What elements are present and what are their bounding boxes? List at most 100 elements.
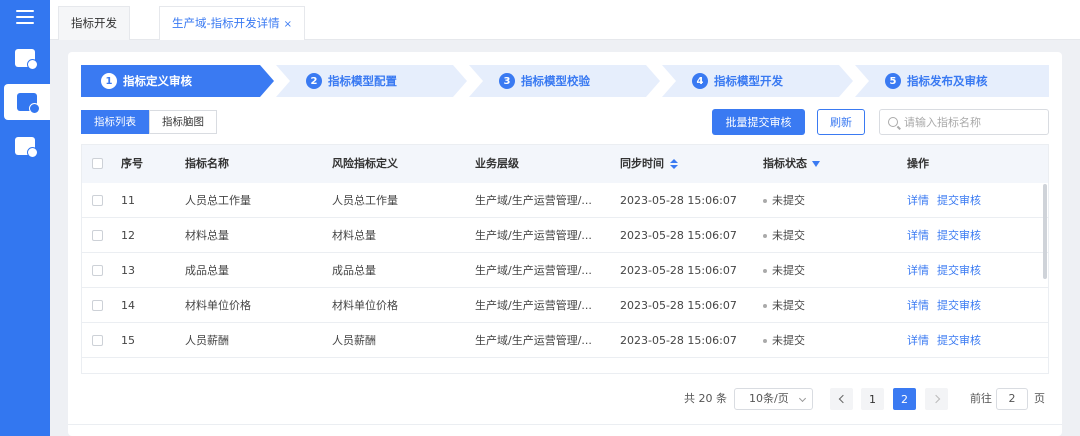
col-header-time[interactable]: 同步时间 [620,145,678,183]
tab-indicator-dev[interactable]: 指标开发 [58,6,130,40]
step-3[interactable]: 3 指标模型校验 [499,65,590,97]
col-header-no: 序号 [121,157,143,170]
search-box [879,109,1049,135]
row-checkbox[interactable] [92,335,103,346]
cell-no: 15 [121,334,135,347]
row-checkbox[interactable] [92,230,103,241]
table-row: 15 人员薪酬 人员薪酬 生产域/生产运营管理/... 2023-05-28 1… [82,323,1048,358]
page-1-button[interactable]: 1 [861,388,884,410]
goto-unit: 页 [1034,392,1045,405]
row-checkbox[interactable] [92,300,103,311]
close-icon[interactable]: × [284,19,292,30]
status-dot [763,339,767,343]
cell-level: 生产域/生产运营管理/... [475,264,592,277]
view-graph-button[interactable]: 指标脑图 [149,110,217,134]
row-checkbox[interactable] [92,265,103,276]
divider [68,424,1062,425]
col-header-time-label: 同步时间 [620,157,664,170]
step-label: 指标模型校验 [521,74,590,88]
table-scrollbar[interactable] [1043,184,1047,279]
chart-code-icon [17,93,40,114]
indicator-table: 序号 指标名称 风险指标定义 业务层级 同步时间 指标状态 操作 11 人员总工… [81,144,1049,374]
page-size-select[interactable]: 10条/页 [734,388,813,410]
cell-name: 人员总工作量 [185,194,251,207]
step-number: 5 [885,73,901,89]
status-text: 未提交 [772,194,805,207]
cell-no: 13 [121,264,135,277]
view-toggle: 指标列表 指标脑图 [81,110,217,134]
goto-label: 前往 [970,392,992,405]
step-label: 指标模型配置 [328,74,397,88]
submit-review-link[interactable]: 提交审核 [937,229,981,242]
submit-review-link[interactable]: 提交审核 [937,334,981,347]
col-header-actions: 操作 [907,157,929,170]
status-text: 未提交 [772,334,805,347]
cell-time: 2023-05-28 15:06:07 [620,229,737,242]
search-input[interactable] [904,115,1044,129]
view-list-button[interactable]: 指标列表 [81,110,149,134]
cell-actions: 详情 提交审核 [907,288,989,323]
cell-name: 人员薪酬 [185,334,229,347]
select-all-checkbox[interactable] [92,158,103,169]
cell-definition: 材料单位价格 [332,299,398,312]
status-text: 未提交 [772,299,805,312]
step-number: 1 [101,73,117,89]
cell-status: 未提交 [763,218,805,253]
detail-link[interactable]: 详情 [907,264,929,277]
cell-level: 生产域/生产运营管理/... [475,299,592,312]
cell-name: 成品总量 [185,264,229,277]
col-header-name: 指标名称 [185,157,229,170]
step-1[interactable]: 1 指标定义审核 [101,65,192,97]
col-header-definition: 风险指标定义 [332,157,398,170]
menu-icon[interactable] [16,10,34,26]
detail-link[interactable]: 详情 [907,299,929,312]
row-checkbox[interactable] [92,195,103,206]
goto-page-input[interactable]: 2 [996,388,1028,410]
step-5[interactable]: 5 指标发布及审核 [885,65,988,97]
step-number: 4 [692,73,708,89]
filter-icon[interactable] [812,161,820,167]
detail-link[interactable]: 详情 [907,194,929,207]
chart-user-icon [15,49,38,70]
table-row: 14 材料单位价格 材料单位价格 生产域/生产运营管理/... 2023-05-… [82,288,1048,323]
detail-link[interactable]: 详情 [907,229,929,242]
cell-no: 12 [121,229,135,242]
batch-submit-button[interactable]: 批量提交审核 [712,109,805,135]
submit-review-link[interactable]: 提交审核 [937,264,981,277]
main-card: 1 指标定义审核 2 指标模型配置 3 指标模型校验 4 指标模型开发 5 指标… [68,52,1062,436]
cell-no: 11 [121,194,135,207]
cell-definition: 材料总量 [332,229,376,242]
page-size-value: 10条/页 [749,392,789,405]
prev-page-button[interactable] [830,388,853,410]
refresh-button[interactable]: 刷新 [817,109,865,135]
cell-time: 2023-05-28 15:06:07 [620,264,737,277]
sort-icon[interactable] [670,159,678,169]
status-dot [763,269,767,273]
submit-review-link[interactable]: 提交审核 [937,194,981,207]
status-text: 未提交 [772,264,805,277]
page-2-button[interactable]: 2 [893,388,916,410]
sidebar-item-3[interactable] [0,128,50,164]
table-header: 序号 指标名称 风险指标定义 业务层级 同步时间 指标状态 操作 [82,145,1048,183]
table-row: 11 人员总工作量 人员总工作量 生产域/生产运营管理/... 2023-05-… [82,183,1048,218]
tab-label: 生产域-指标开发详情 [172,16,280,30]
pagination-total: 共 20 条 [684,392,727,405]
next-page-button[interactable] [925,388,948,410]
step-number: 2 [306,73,322,89]
cell-status: 未提交 [763,323,805,358]
cell-status: 未提交 [763,253,805,288]
tab-bar: 指标开发 生产域-指标开发详情 × [50,0,1080,40]
detail-link[interactable]: 详情 [907,334,929,347]
sidebar-item-2[interactable] [4,84,50,120]
tab-indicator-detail[interactable]: 生产域-指标开发详情 × [159,6,306,40]
step-4[interactable]: 4 指标模型开发 [692,65,783,97]
cell-definition: 成品总量 [332,264,376,277]
status-dot [763,304,767,308]
step-2[interactable]: 2 指标模型配置 [306,65,397,97]
col-header-status-label: 指标状态 [763,157,807,170]
search-icon [888,117,898,127]
submit-review-link[interactable]: 提交审核 [937,299,981,312]
cell-actions: 详情 提交审核 [907,183,989,218]
sidebar-item-1[interactable] [0,40,50,76]
col-header-status[interactable]: 指标状态 [763,145,820,183]
